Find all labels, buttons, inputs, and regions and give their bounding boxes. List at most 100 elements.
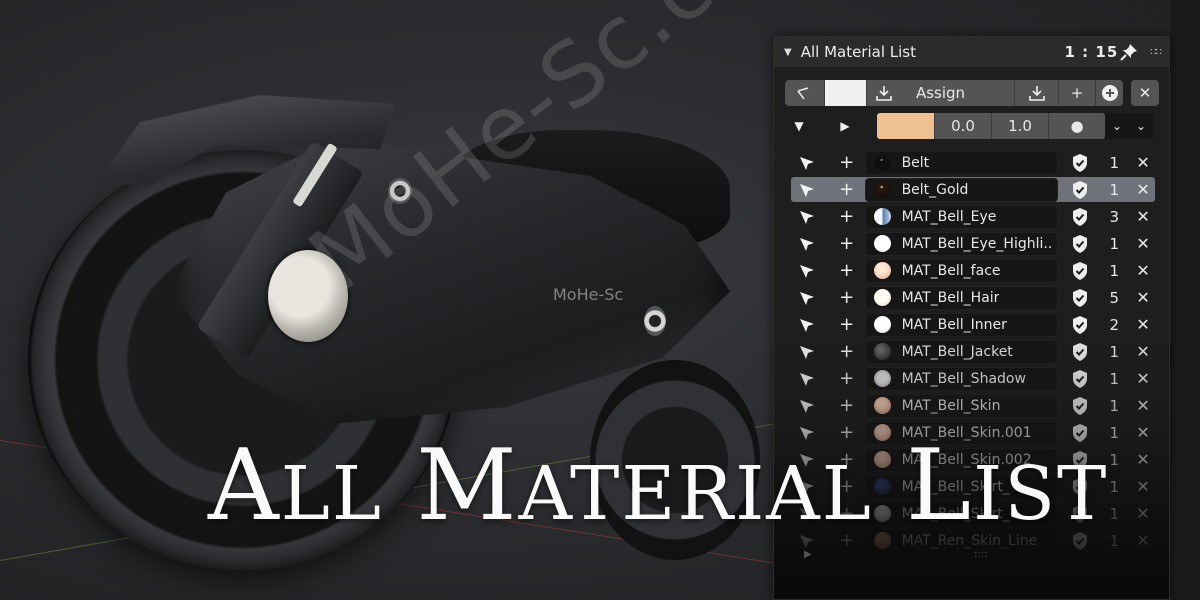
close-icon[interactable]: ✕ xyxy=(1125,207,1161,226)
triangle-right-icon[interactable]: ▶ xyxy=(813,119,877,133)
plus-icon[interactable]: + xyxy=(829,287,865,308)
material-row[interactable]: + MAT_Bell_Shadow 1 ✕ xyxy=(785,365,1161,392)
fake-user-shield-icon[interactable] xyxy=(1058,396,1104,416)
assign-label: Assign xyxy=(915,84,966,102)
material-name: MAT_Bell_Eye_Highli.. xyxy=(901,235,1053,252)
material-name-field[interactable]: MAT_Bell_Hair xyxy=(864,285,1058,310)
select-cursor-icon[interactable] xyxy=(785,290,829,306)
title-word: ALL xyxy=(208,429,384,543)
plus-icon[interactable]: + xyxy=(829,206,865,227)
material-name-field[interactable]: MAT_Bell_Skin xyxy=(864,393,1058,418)
value-field-b[interactable]: 1.0 xyxy=(991,113,1048,139)
new-material-button[interactable] xyxy=(1096,80,1123,106)
material-name: MAT_Bell_Shadow xyxy=(901,370,1026,387)
fake-user-shield-icon[interactable] xyxy=(1058,342,1104,362)
download-button[interactable] xyxy=(1015,80,1059,106)
plus-icon[interactable]: + xyxy=(829,260,865,281)
fake-user-shield-icon[interactable] xyxy=(1058,153,1104,173)
select-cursor-icon[interactable] xyxy=(785,371,829,387)
close-icon[interactable]: ✕ xyxy=(1125,153,1161,172)
material-row[interactable]: + MAT_Bell_Skin 1 ✕ xyxy=(785,392,1161,419)
select-button[interactable] xyxy=(785,80,825,106)
resize-grip-icon[interactable]: :::: xyxy=(974,549,987,560)
material-name-field[interactable]: Belt xyxy=(864,150,1058,175)
bolt-knob xyxy=(644,306,666,336)
close-button[interactable]: ✕ xyxy=(1131,80,1159,106)
fake-user-shield-icon[interactable] xyxy=(1058,261,1104,281)
close-icon[interactable]: ✕ xyxy=(1125,504,1161,523)
material-row[interactable]: + Belt 1 ✕ xyxy=(785,149,1161,176)
panel-header[interactable]: ▼ All Material List 1 : 15 ∷∷ xyxy=(774,37,1169,67)
fake-user-shield-icon[interactable] xyxy=(1058,207,1104,227)
add-button[interactable]: + xyxy=(1059,80,1096,106)
plus-icon[interactable]: + xyxy=(829,341,865,362)
material-name-field[interactable]: MAT_Bell_Eye xyxy=(864,204,1058,229)
material-row[interactable]: + MAT_Bell_Hair 5 ✕ xyxy=(785,284,1161,311)
select-cursor-icon[interactable] xyxy=(785,155,829,171)
plus-icon[interactable]: + xyxy=(829,395,865,416)
fake-user-shield-icon[interactable] xyxy=(1058,315,1104,335)
material-name-field[interactable]: MAT_Bell_Jacket xyxy=(864,339,1058,364)
close-icon[interactable]: ✕ xyxy=(1125,477,1161,496)
plus-icon[interactable]: + xyxy=(829,233,865,254)
base-color-swatch[interactable] xyxy=(877,113,934,139)
close-icon[interactable]: ✕ xyxy=(1125,315,1161,334)
close-icon[interactable]: ✕ xyxy=(1125,288,1161,307)
select-cursor-icon[interactable] xyxy=(785,263,829,279)
fake-user-shield-icon[interactable] xyxy=(1058,234,1104,254)
dot-toggle[interactable]: ● xyxy=(1048,113,1105,139)
settings-row: ▼ ▶ 0.0 1.0 ● ⌄ ⌄ xyxy=(785,113,1161,139)
select-cursor-icon[interactable] xyxy=(785,344,829,360)
material-row[interactable]: + Belt_Gold 1 ✕ xyxy=(785,176,1161,203)
fake-user-shield-icon[interactable] xyxy=(1058,180,1104,200)
material-row[interactable]: + MAT_Bell_Eye 3 ✕ xyxy=(785,203,1161,230)
material-name-field[interactable]: Belt_Gold xyxy=(864,177,1058,202)
select-cursor-icon[interactable] xyxy=(785,398,829,414)
plus-icon[interactable]: + xyxy=(829,314,865,335)
material-row[interactable]: + MAT_Bell_Eye_Highli.. 1 ✕ xyxy=(785,230,1161,257)
close-icon[interactable]: ✕ xyxy=(1125,450,1161,469)
title-word: MATERIAL xyxy=(416,429,873,543)
chevron-down-icon[interactable]: ⌄ xyxy=(1136,119,1146,133)
fake-user-shield-icon[interactable] xyxy=(1058,288,1104,308)
triangle-down-icon[interactable]: ▼ xyxy=(784,47,792,58)
close-icon[interactable]: ✕ xyxy=(1125,234,1161,253)
close-icon[interactable]: ✕ xyxy=(1125,369,1161,388)
plus-icon[interactable]: + xyxy=(829,179,865,200)
drag-grip-icon[interactable]: ∷∷ xyxy=(1150,47,1162,58)
close-icon[interactable]: ✕ xyxy=(1125,531,1161,550)
close-icon[interactable]: ✕ xyxy=(1125,261,1161,280)
select-cursor-icon[interactable] xyxy=(785,182,829,198)
material-name-field[interactable]: MAT_Bell_Inner xyxy=(864,312,1058,337)
material-name: MAT_Bell_Inner xyxy=(901,316,1007,333)
material-name-field[interactable]: MAT_Bell_face xyxy=(864,258,1058,283)
plus-icon[interactable]: + xyxy=(829,368,865,389)
close-icon[interactable]: ✕ xyxy=(1125,396,1161,415)
active-color-swatch[interactable] xyxy=(825,80,867,106)
value-field-a[interactable]: 0.0 xyxy=(934,113,991,139)
close-icon[interactable]: ✕ xyxy=(1125,180,1161,199)
material-name-field[interactable]: MAT_Bell_Eye_Highli.. xyxy=(864,231,1058,256)
chevron-down-icon[interactable]: ⌄ xyxy=(1112,119,1122,133)
fake-user-shield-icon[interactable] xyxy=(1058,369,1104,389)
triangle-right-icon[interactable]: ▶ xyxy=(804,549,812,560)
close-icon[interactable]: ✕ xyxy=(1125,423,1161,442)
user-count: 1 xyxy=(1109,153,1120,172)
material-name-field[interactable]: MAT_Bell_Shadow xyxy=(864,366,1058,391)
download-icon xyxy=(1028,86,1045,101)
material-row[interactable]: + MAT_Bell_Inner 2 ✕ xyxy=(785,311,1161,338)
material-toolbar: Assign + ✕ xyxy=(785,80,1161,106)
material-row[interactable]: + MAT_Bell_Jacket 1 ✕ xyxy=(785,338,1161,365)
user-count: 5 xyxy=(1109,288,1120,307)
select-cursor-icon[interactable] xyxy=(785,236,829,252)
plus-icon[interactable]: + xyxy=(829,152,865,173)
material-row[interactable]: + MAT_Bell_face 1 ✕ xyxy=(785,257,1161,284)
close-icon[interactable]: ✕ xyxy=(1125,342,1161,361)
plus-circle-icon xyxy=(1101,85,1118,101)
triangle-down-icon[interactable]: ▼ xyxy=(785,119,813,133)
pin-icon[interactable] xyxy=(1120,43,1138,61)
assign-button[interactable]: Assign xyxy=(867,80,1015,106)
select-cursor-icon[interactable] xyxy=(785,317,829,333)
material-preview-icon xyxy=(873,235,891,252)
select-cursor-icon[interactable] xyxy=(785,209,829,225)
